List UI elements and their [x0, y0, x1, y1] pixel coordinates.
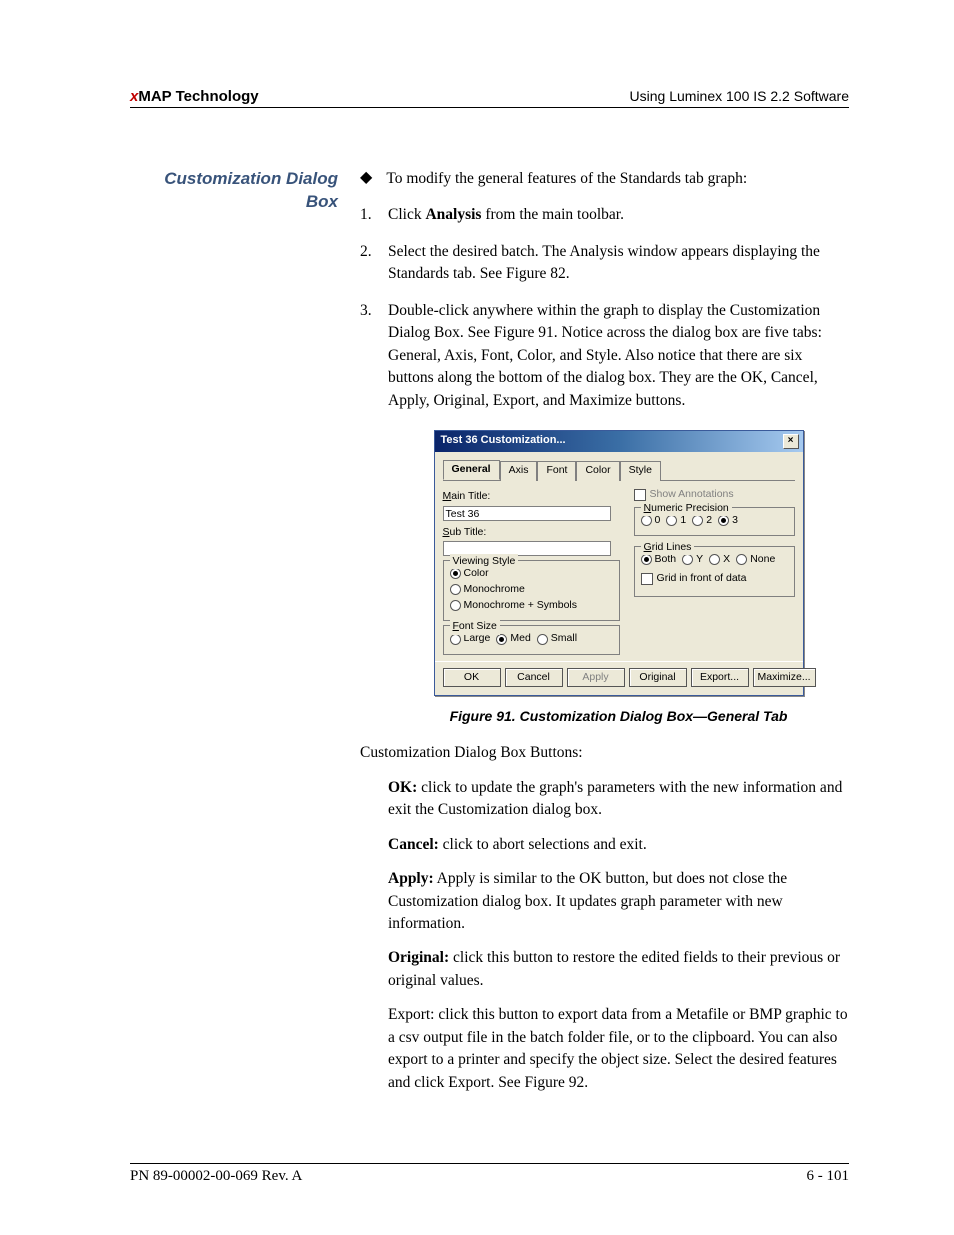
dialog-tabs: General Axis Font Color Style: [443, 460, 795, 481]
figure-caption: Figure 91. Customization Dialog Box—Gene…: [388, 706, 849, 726]
main-title-label: Main Title:: [443, 489, 620, 504]
header-right: Using Luminex 100 IS 2.2 Software: [630, 88, 849, 105]
step1-b: Analysis: [425, 206, 481, 223]
figure-91: Test 36 Customization... × General Axis …: [388, 430, 849, 696]
section-heading: Customization Dialog Box: [130, 168, 360, 1106]
apply-button[interactable]: Apply: [567, 668, 625, 687]
step-3: 3. Double-click anywhere within the grap…: [360, 300, 849, 412]
original-button[interactable]: Original: [629, 668, 687, 687]
customization-dialog: Test 36 Customization... × General Axis …: [434, 430, 804, 696]
radio-monochrome[interactable]: Monochrome: [450, 582, 613, 597]
tab-color[interactable]: Color: [576, 461, 619, 481]
dialog-button-bar: OK Cancel Apply Original Export... Maxim…: [435, 661, 803, 695]
def-apply: Apply: Apply is similar to the OK button…: [388, 868, 849, 935]
def-cancel: Cancel: click to abort selections and ex…: [388, 834, 849, 856]
footer-right: 6 - 101: [807, 1168, 850, 1185]
buttons-intro: Customization Dialog Box Buttons:: [360, 742, 849, 764]
def-original: Original: click this button to restore t…: [388, 947, 849, 992]
bullet-diamond-icon: ◆: [360, 168, 372, 187]
step1-a: Click: [388, 206, 425, 223]
def-ok: OK: click to update the graph's paramete…: [388, 777, 849, 822]
step-2: 2. Select the desired batch. The Analysi…: [360, 241, 849, 286]
page-footer: PN 89-00002-00-069 Rev. A 6 - 101: [130, 1163, 849, 1185]
viewing-style-group: Viewing Style Color Monochrome Monochrom…: [443, 560, 620, 622]
step-number: 3.: [360, 300, 388, 412]
radio-mono-symbols[interactable]: Monochrome + Symbols: [450, 598, 613, 613]
grid-front-check[interactable]: Grid in front of data: [641, 571, 788, 586]
radio-grid-none[interactable]: None: [736, 552, 775, 567]
header-title: MAP Technology: [138, 88, 258, 105]
viewing-style-title: Viewing Style: [450, 554, 519, 569]
footer-left: PN 89-00002-00-069 Rev. A: [130, 1168, 302, 1185]
export-button[interactable]: Export...: [691, 668, 749, 687]
step2-text: Select the desired batch. The Analysis w…: [388, 241, 849, 286]
grid-lines-group: Grid Lines Both Y X None Grid in front o…: [634, 546, 795, 597]
page-header: xMAP Technology Using Luminex 100 IS 2.2…: [130, 88, 849, 108]
step-number: 2.: [360, 241, 388, 286]
sub-title-label: Sub Title:: [443, 525, 620, 540]
tab-general[interactable]: General: [443, 460, 500, 480]
grid-lines-title: Grid Lines: [641, 540, 695, 555]
main-title-input[interactable]: Test 36: [443, 506, 611, 521]
cancel-button[interactable]: Cancel: [505, 668, 563, 687]
tab-style[interactable]: Style: [620, 461, 661, 481]
def-export: Export: click this button to export data…: [388, 1004, 849, 1094]
step-1: 1. Click Analysis from the main toolbar.: [360, 204, 849, 226]
font-size-group: Font Size Large Med Small: [443, 625, 620, 654]
numeric-precision-title: Numeric Precision: [641, 501, 732, 516]
lead-text: To modify the general features of the St…: [386, 168, 747, 190]
maximize-button[interactable]: Maximize...: [753, 668, 816, 687]
radio-med[interactable]: Med: [496, 631, 530, 646]
radio-small[interactable]: Small: [537, 631, 577, 646]
header-left: xMAP Technology: [130, 88, 259, 105]
step3-text: Double-click anywhere within the graph t…: [388, 300, 849, 412]
dialog-titlebar[interactable]: Test 36 Customization... ×: [435, 431, 803, 452]
step-number: 1.: [360, 204, 388, 226]
dialog-title-text: Test 36 Customization...: [441, 433, 566, 449]
close-icon[interactable]: ×: [783, 434, 799, 449]
tab-axis[interactable]: Axis: [500, 461, 538, 481]
ok-button[interactable]: OK: [443, 668, 501, 687]
radio-grid-x[interactable]: X: [709, 552, 730, 567]
numeric-precision-group: Numeric Precision 0 1 2 3: [634, 507, 795, 536]
font-size-title: Font Size: [450, 619, 500, 634]
step1-c: from the main toolbar.: [481, 206, 623, 223]
tab-font[interactable]: Font: [537, 461, 576, 481]
